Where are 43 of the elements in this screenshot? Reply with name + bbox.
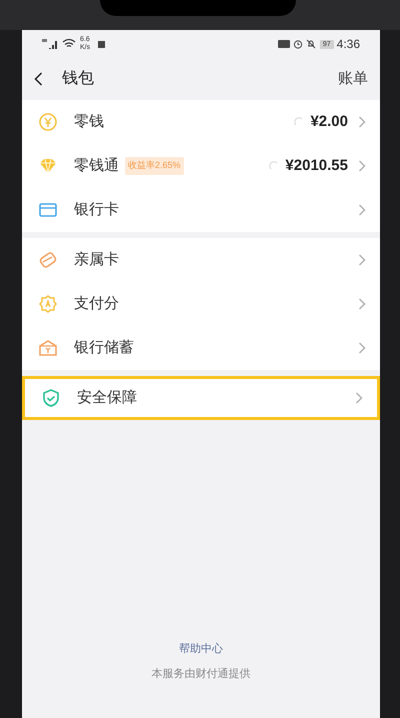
balance-amount: ¥2.00 <box>310 112 348 132</box>
back-icon <box>34 72 43 86</box>
item-label: 银行卡 <box>74 200 119 220</box>
item-label: 银行储蓄 <box>74 338 134 358</box>
hd-icon <box>278 40 290 48</box>
chevron-right-icon <box>358 342 366 354</box>
item-label: 支付分 <box>74 294 119 314</box>
item-label: 亲属卡 <box>74 250 119 270</box>
item-label: 零钱 <box>74 112 104 132</box>
signal-icon <box>42 39 58 49</box>
wallet-item[interactable]: 支付分 <box>22 282 380 326</box>
chevron-right-icon <box>358 254 366 266</box>
chevron-right-icon <box>355 392 363 404</box>
wallet-item[interactable]: 亲属卡 <box>22 238 380 282</box>
shield-icon <box>41 388 61 408</box>
alarm-icon <box>292 39 303 49</box>
wallet-item[interactable]: 银行卡 <box>22 188 380 232</box>
wallet-item[interactable]: 零钱 ¥2.00 <box>22 100 380 144</box>
item-label: 安全保障 <box>77 388 137 408</box>
balance-amount: ¥2010.55 <box>285 156 348 176</box>
wallet-item[interactable]: 安全保障 <box>22 376 380 420</box>
wallet-item[interactable]: 零钱通 收益率2.65% ¥2010.55 <box>22 144 380 188</box>
notification-icon <box>98 40 106 48</box>
coin-icon <box>38 112 58 132</box>
card-icon <box>38 250 58 270</box>
help-center-link[interactable]: 帮助中心 <box>179 641 223 658</box>
chevron-right-icon <box>358 160 366 172</box>
wallet-item[interactable]: 银行储蓄 <box>22 326 380 370</box>
wifi-icon <box>62 39 76 49</box>
card-icon <box>38 200 58 220</box>
chevron-right-icon <box>358 298 366 310</box>
badge-icon <box>38 294 58 314</box>
bank-icon <box>38 338 58 358</box>
mute-icon <box>306 39 316 49</box>
chevron-right-icon <box>358 204 366 216</box>
page-title: 钱包 <box>62 69 94 89</box>
provider-note: 本服务由财付通提供 <box>152 666 250 682</box>
bill-link[interactable]: 账单 <box>338 68 368 90</box>
chevron-right-icon <box>358 116 366 128</box>
diamond-icon <box>38 156 58 176</box>
clock-time: 4:36 <box>336 36 360 53</box>
item-label: 零钱通 <box>74 156 119 176</box>
yield-tag: 收益率2.65% <box>125 157 184 175</box>
